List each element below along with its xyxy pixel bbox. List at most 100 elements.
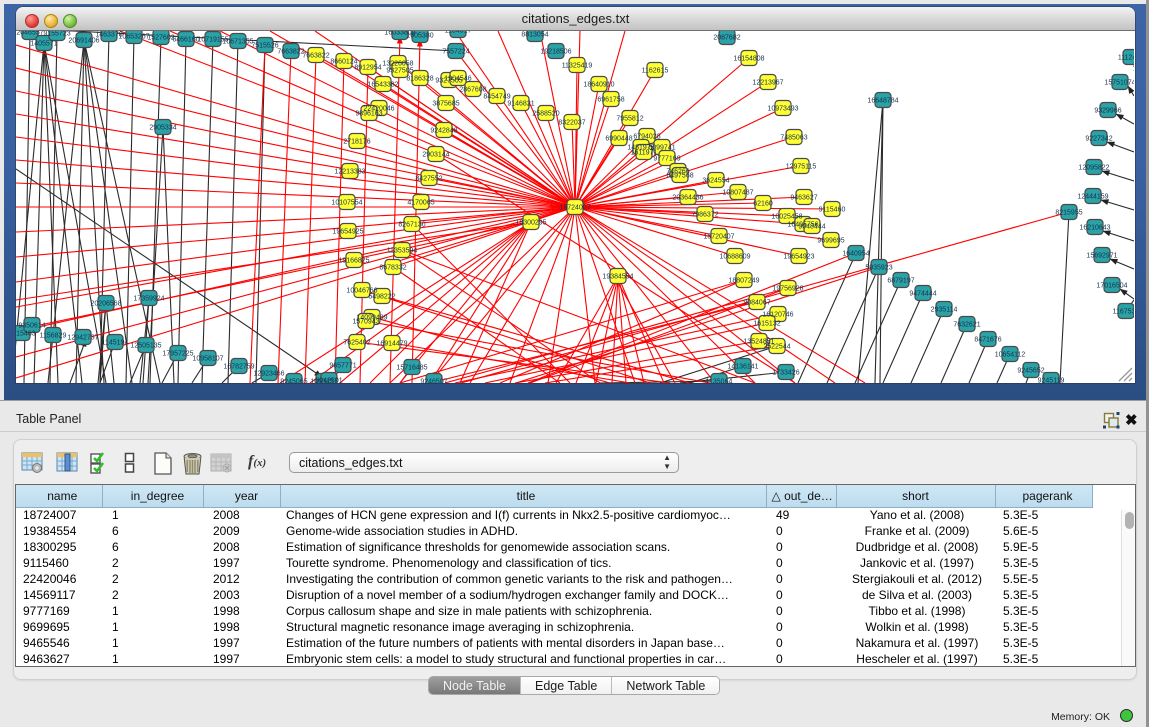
svg-text:7955812: 7955812 xyxy=(616,116,643,123)
svg-text:2718176: 2718176 xyxy=(343,139,370,146)
svg-text:2903144: 2903144 xyxy=(422,152,449,159)
svg-text:6990448: 6990448 xyxy=(605,136,632,143)
svg-text:1167533: 1167533 xyxy=(1113,309,1134,316)
svg-text:10653267: 10653267 xyxy=(118,34,149,41)
svg-text:5935923: 5935923 xyxy=(865,265,892,272)
svg-text:18724007: 18724007 xyxy=(559,205,590,212)
svg-text:19654923: 19654923 xyxy=(783,254,814,261)
svg-text:3875685: 3875685 xyxy=(432,101,459,108)
svg-text:2935114: 2935114 xyxy=(931,307,958,314)
svg-text:8042501: 8042501 xyxy=(315,378,342,384)
svg-text:12942737: 12942737 xyxy=(67,335,98,342)
svg-text:6466160: 6466160 xyxy=(172,37,199,44)
svg-text:2087682: 2087682 xyxy=(713,35,740,42)
svg-text:1145194: 1145194 xyxy=(102,340,129,347)
svg-text:8813054: 8813054 xyxy=(521,32,548,39)
svg-text:8322037: 8322037 xyxy=(558,120,585,127)
svg-text:1615132: 1615132 xyxy=(753,321,780,328)
svg-text:12213383: 12213383 xyxy=(334,169,365,176)
svg-text:1405571: 1405571 xyxy=(30,41,57,48)
svg-text:12975115: 12975115 xyxy=(786,164,817,171)
svg-text:19166825: 19166825 xyxy=(338,258,369,265)
svg-text:8267130: 8267130 xyxy=(398,222,425,229)
svg-text:1570943: 1570943 xyxy=(352,319,379,326)
svg-text:1904546: 1904546 xyxy=(444,76,471,83)
svg-text:7632621: 7632621 xyxy=(953,322,980,329)
svg-text:19218506: 19218506 xyxy=(540,49,571,56)
svg-text:9227342: 9227342 xyxy=(1085,136,1112,143)
svg-text:20364436: 20364436 xyxy=(672,195,703,202)
svg-text:8427552: 8427552 xyxy=(415,176,442,183)
svg-text:10654112: 10654112 xyxy=(995,352,1026,359)
svg-text:6497568: 6497568 xyxy=(666,173,693,180)
svg-text:12505135: 12505135 xyxy=(130,343,161,350)
svg-text:13226058: 13226058 xyxy=(382,61,413,68)
svg-text:6794028: 6794028 xyxy=(633,134,660,141)
svg-text:16914479: 16914479 xyxy=(376,341,407,348)
svg-text:10671355: 10671355 xyxy=(222,39,253,46)
svg-text:1162615: 1162615 xyxy=(642,68,669,75)
svg-text:20206568: 20206568 xyxy=(90,301,121,308)
svg-text:2522544: 2522544 xyxy=(763,344,790,351)
svg-text:3915463: 3915463 xyxy=(16,331,36,338)
svg-text:14136141: 14136141 xyxy=(727,364,758,371)
svg-text:6961758: 6961758 xyxy=(597,97,624,104)
svg-text:18807249: 18807249 xyxy=(728,278,759,285)
svg-text:10688609: 10688609 xyxy=(719,254,750,261)
svg-text:9474444: 9474444 xyxy=(909,291,936,298)
svg-text:4170065: 4170065 xyxy=(407,200,434,207)
svg-text:2046557: 2046557 xyxy=(16,31,43,37)
svg-text:12444159: 12444159 xyxy=(1077,194,1108,201)
svg-text:7515526: 7515526 xyxy=(251,43,278,50)
svg-text:8186328: 8186328 xyxy=(406,76,433,83)
svg-text:2905334: 2905334 xyxy=(149,125,176,132)
svg-text:8912954: 8912954 xyxy=(354,65,381,72)
svg-text:12095822: 12095822 xyxy=(1078,165,1109,172)
svg-text:9155723: 9155723 xyxy=(43,31,70,38)
svg-text:10973493: 10973493 xyxy=(767,106,798,113)
svg-text:12923466: 12923466 xyxy=(253,371,284,378)
svg-text:16210643: 16210643 xyxy=(1079,225,1110,232)
svg-text:19384554: 19384554 xyxy=(602,274,633,281)
svg-text:7986372: 7986372 xyxy=(691,212,718,219)
svg-text:11353594: 11353594 xyxy=(387,248,418,255)
svg-text:11325419: 11325419 xyxy=(562,63,593,70)
svg-text:9245065: 9245065 xyxy=(280,379,307,384)
svg-text:16648784: 16648784 xyxy=(867,98,898,105)
svg-text:16154808: 16154808 xyxy=(733,56,764,63)
svg-text:9699695: 9699695 xyxy=(817,238,844,245)
svg-text:1135064: 1135064 xyxy=(706,379,733,384)
svg-text:15692971: 15692971 xyxy=(1086,253,1117,260)
svg-text:1184517: 1184517 xyxy=(445,31,472,35)
svg-text:7663822: 7663822 xyxy=(302,53,329,60)
svg-text:10107554: 10107554 xyxy=(331,200,362,207)
svg-text:1605380: 1605380 xyxy=(406,33,433,40)
svg-text:3624554: 3624554 xyxy=(702,178,729,185)
svg-text:8471676: 8471676 xyxy=(974,337,1001,344)
svg-text:17957225: 17957225 xyxy=(162,351,193,358)
svg-text:1112408: 1112408 xyxy=(1118,55,1134,62)
svg-text:19654925: 19654925 xyxy=(332,229,363,236)
svg-text:17016504: 17016504 xyxy=(1096,283,1127,290)
svg-text:7663822: 7663822 xyxy=(277,49,304,56)
svg-text:17359924: 17359924 xyxy=(133,296,164,303)
svg-text:7625402: 7625402 xyxy=(343,340,370,347)
svg-text:5498222: 5498222 xyxy=(368,294,395,301)
svg-text:15720407: 15720407 xyxy=(703,234,734,241)
svg-text:62160: 62160 xyxy=(753,201,773,208)
svg-text:9350614: 9350614 xyxy=(18,323,45,330)
svg-text:9327505: 9327505 xyxy=(386,68,413,75)
svg-text:1527602: 1527602 xyxy=(147,35,174,42)
svg-text:9896163: 9896163 xyxy=(355,111,382,118)
svg-text:19756928: 19756928 xyxy=(772,286,803,293)
svg-text:1640954: 1640954 xyxy=(842,251,869,258)
svg-text:16120746: 16120746 xyxy=(762,312,793,319)
svg-text:9329966: 9329966 xyxy=(1094,108,1121,115)
svg-text:8678332: 8678332 xyxy=(379,265,406,272)
svg-text:15751074: 15751074 xyxy=(1104,80,1134,87)
svg-text:7485063: 7485063 xyxy=(780,135,807,142)
svg-text:12213967: 12213967 xyxy=(752,80,783,87)
svg-text:9657771: 9657771 xyxy=(329,363,356,370)
svg-text:20691406: 20691406 xyxy=(68,38,99,45)
svg-text:2867608: 2867608 xyxy=(459,87,486,94)
